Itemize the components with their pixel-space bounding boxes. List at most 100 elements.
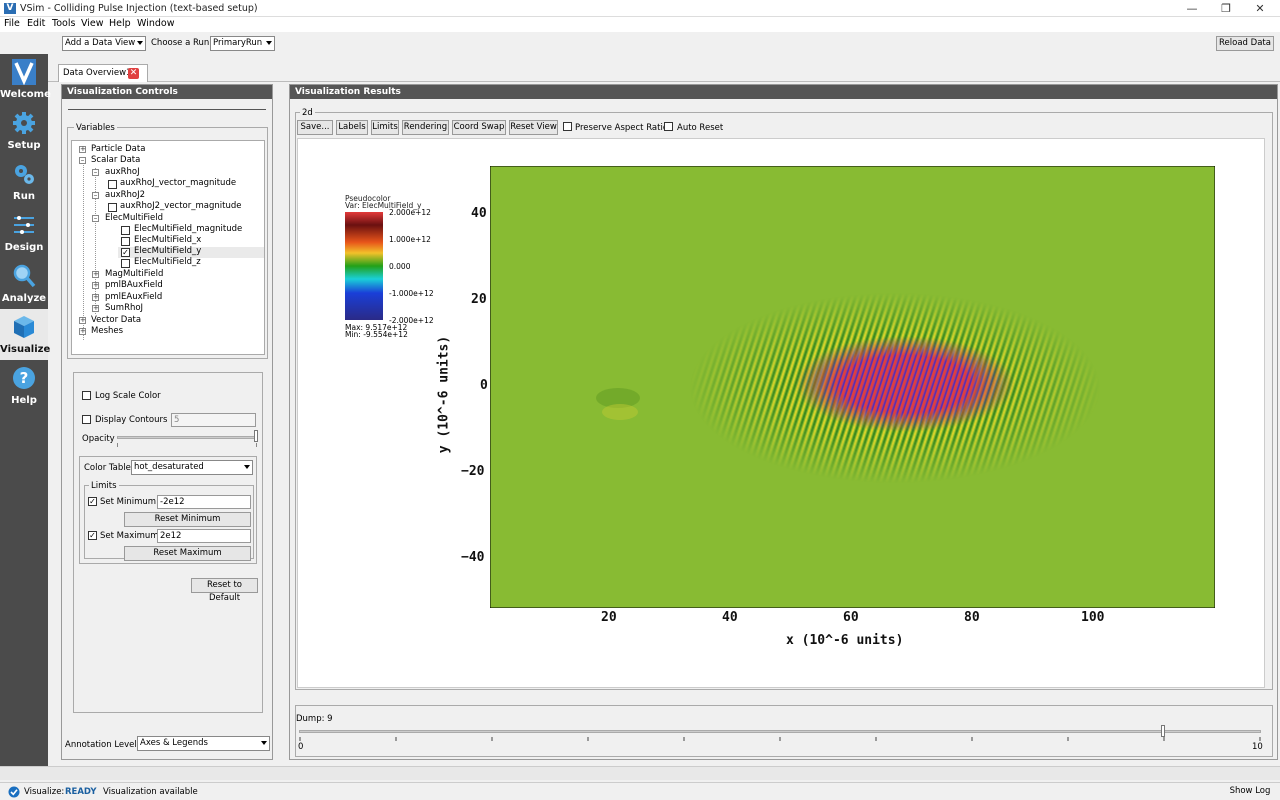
annotation-level-select[interactable]: Axes & Legends: [137, 736, 270, 751]
menu-tools[interactable]: Tools: [52, 18, 75, 29]
rail-setup-label: Setup: [7, 140, 41, 151]
expand-pmle-icon[interactable]: +: [92, 294, 99, 301]
tree-scalar-data[interactable]: Scalar Data: [91, 155, 140, 165]
checkbox-elec-magnitude[interactable]: [121, 226, 130, 235]
log-scale-checkbox[interactable]: [82, 391, 91, 400]
limits-title: Limits: [89, 481, 119, 491]
menu-edit[interactable]: Edit: [27, 18, 45, 29]
tree-vector-data[interactable]: Vector Data: [91, 315, 141, 325]
tree-auxrhoj2[interactable]: auxRhoJ2: [105, 190, 145, 200]
expand-vector-icon[interactable]: +: [79, 317, 86, 324]
magnifier-icon: [13, 264, 36, 288]
color-table-label: Color Table: [84, 463, 131, 473]
close-tab-icon[interactable]: ✕: [128, 68, 139, 79]
reset-maximum-button[interactable]: Reset Maximum: [124, 546, 251, 561]
reset-minimum-button[interactable]: Reset Minimum: [124, 512, 251, 527]
rail-welcome[interactable]: Welcome: [0, 54, 51, 105]
set-minimum-checkbox[interactable]: ✓: [88, 497, 97, 506]
run-select[interactable]: PrimaryRun: [210, 36, 275, 51]
legend-tick-0: 2.000e+12: [389, 208, 431, 217]
expand-pmlb-icon[interactable]: +: [92, 282, 99, 289]
tree-pmlbauxfield[interactable]: pmlBAuxField: [105, 280, 163, 290]
y-axis-label: y (10^-6 units): [436, 335, 452, 454]
opacity-label: Opacity: [82, 434, 115, 444]
tree-elec-z[interactable]: ElecMultiField_z: [134, 257, 201, 267]
reload-data-button[interactable]: Reload Data: [1216, 36, 1274, 51]
tab-strip: Data Overview1 ✕: [48, 64, 1280, 82]
save-button[interactable]: Save...: [297, 120, 333, 135]
rail-setup[interactable]: Setup: [0, 105, 48, 156]
y-tick-neg20: −20: [461, 464, 485, 479]
tree-elec-y[interactable]: ElecMultiField_y: [134, 246, 201, 256]
menu-file[interactable]: File: [4, 18, 20, 29]
visualization-results-panel: Visualization Results 2d Save... Labels …: [289, 84, 1278, 760]
rail-help[interactable]: ? Help: [0, 360, 48, 411]
labels-button[interactable]: Labels: [336, 120, 368, 135]
rail-analyze[interactable]: Analyze: [0, 258, 48, 309]
coord-swap-button[interactable]: Coord Swap: [452, 120, 506, 135]
rail-design[interactable]: Design: [0, 207, 48, 258]
opacity-slider-handle[interactable]: [254, 430, 258, 442]
legend-axis: [385, 212, 386, 320]
menu-window[interactable]: Window: [137, 18, 174, 29]
tree-pmleauxfield[interactable]: pmlEAuxField: [105, 292, 162, 302]
checkbox-auxrhoj2-mag[interactable]: [108, 203, 117, 212]
data-view-select[interactable]: Add a Data View: [62, 36, 146, 51]
dump-slider-handle[interactable]: [1161, 725, 1166, 737]
variables-tree[interactable]: + Particle Data – Scalar Data – auxRhoJ …: [71, 140, 265, 355]
tab-data-overview[interactable]: Data Overview1 ✕: [58, 64, 148, 82]
reset-view-button[interactable]: Reset View: [509, 120, 558, 135]
tree-sumrhoj[interactable]: SumRhoJ: [105, 303, 143, 313]
contours-spinbox[interactable]: 5: [171, 413, 256, 427]
display-contours-checkbox[interactable]: [82, 415, 91, 424]
expand-particle-icon[interactable]: +: [79, 146, 86, 153]
reset-to-default-button[interactable]: Reset to Default: [191, 578, 258, 603]
field-heatmap: [490, 166, 1215, 608]
dump-slider-track[interactable]: [299, 730, 1261, 733]
color-table-select[interactable]: hot_desaturated: [131, 460, 253, 475]
maximum-input[interactable]: 2e12: [157, 529, 251, 543]
chevron-down-icon: [266, 41, 272, 45]
tree-auxrhoj-magnitude[interactable]: auxRhoJ_vector_magnitude: [120, 178, 236, 188]
tree-meshes[interactable]: Meshes: [91, 326, 123, 336]
tree-magmultifield[interactable]: MagMultiField: [105, 269, 163, 279]
window-title: VSim - Colliding Pulse Injection (text-b…: [20, 3, 258, 14]
tree-particle-data[interactable]: Particle Data: [91, 144, 145, 154]
rendering-button[interactable]: Rendering: [402, 120, 449, 135]
rail-run[interactable]: Run: [0, 156, 48, 207]
tree-auxrhoj2-magnitude[interactable]: auxRhoJ2_vector_magnitude: [120, 201, 241, 211]
set-maximum-checkbox[interactable]: ✓: [88, 531, 97, 540]
preserve-aspect-checkbox[interactable]: [563, 122, 572, 131]
y-tick-neg40: −40: [461, 550, 485, 565]
close-icon[interactable]: ✕: [1246, 1, 1274, 16]
expand-meshes-icon[interactable]: +: [79, 328, 86, 335]
expand-magmultifield-icon[interactable]: +: [92, 271, 99, 278]
checkbox-elec-y[interactable]: ✓: [121, 248, 130, 257]
limits-button[interactable]: Limits: [371, 120, 399, 135]
collapse-scalar-icon[interactable]: –: [79, 157, 86, 164]
horizontal-scrollbar[interactable]: [0, 766, 1280, 780]
minimum-input[interactable]: -2e12: [157, 495, 251, 509]
variables-title: Variables: [74, 123, 117, 133]
collapse-elecmultifield-icon[interactable]: –: [92, 215, 99, 222]
tree-elecmultifield[interactable]: ElecMultiField: [105, 213, 163, 223]
tree-elec-x[interactable]: ElecMultiField_x: [134, 235, 201, 245]
tree-elec-magnitude[interactable]: ElecMultiField_magnitude: [134, 224, 242, 234]
restore-icon[interactable]: ❐: [1212, 1, 1240, 16]
checkbox-auxrhoj-mag[interactable]: [108, 180, 117, 189]
collapse-auxrhoj-icon[interactable]: –: [92, 169, 99, 176]
tree-auxrhoj[interactable]: auxRhoJ: [105, 167, 140, 177]
menu-help[interactable]: Help: [109, 18, 131, 29]
rail-visualize[interactable]: Visualize: [0, 309, 50, 360]
render-canvas[interactable]: Pseudocolor Var: ElecMultiField_y 2.000e…: [297, 138, 1265, 688]
checkbox-elec-z[interactable]: [121, 259, 130, 268]
show-log-button[interactable]: Show Log: [1226, 785, 1274, 800]
expand-sumrhoj-icon[interactable]: +: [92, 305, 99, 312]
auto-reset-checkbox[interactable]: [664, 122, 673, 131]
collapse-auxrhoj2-icon[interactable]: –: [92, 192, 99, 199]
opacity-slider-track[interactable]: [117, 436, 257, 439]
checkbox-elec-x[interactable]: [121, 237, 130, 246]
dump-label: Dump: 9: [296, 714, 333, 724]
minimize-icon[interactable]: —: [1178, 1, 1206, 16]
menu-view[interactable]: View: [81, 18, 104, 29]
